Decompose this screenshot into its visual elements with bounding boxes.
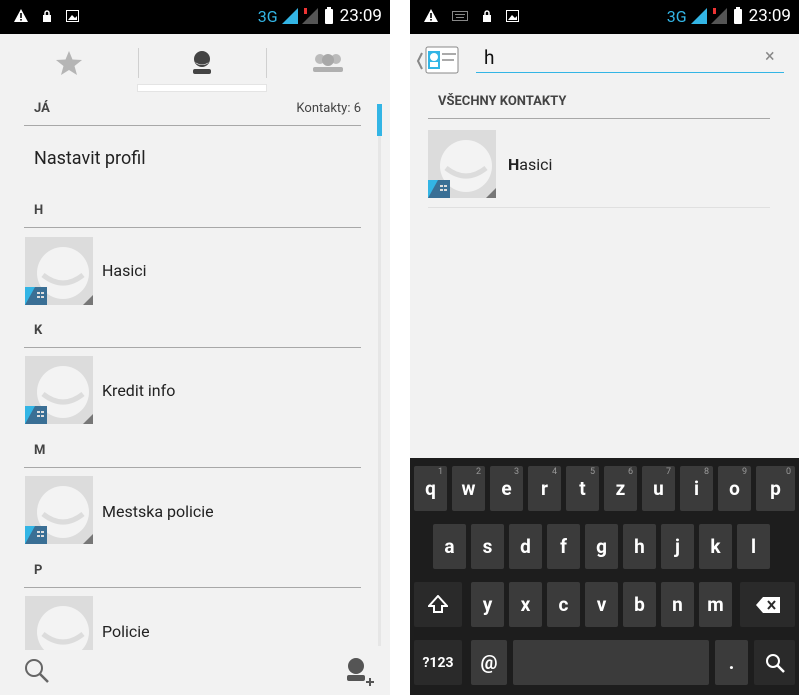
contact-name: Hasici bbox=[102, 261, 147, 280]
avatar bbox=[25, 356, 93, 424]
key-t[interactable]: t5 bbox=[566, 466, 599, 511]
key-s[interactable]: s bbox=[471, 524, 504, 569]
battery-icon bbox=[733, 6, 742, 24]
section-header-h: H bbox=[24, 197, 361, 228]
tab-groups[interactable] bbox=[266, 34, 390, 92]
network-type: 3G bbox=[257, 6, 278, 26]
contact-search-screen: 3G 23:09 h × VŠECHNY KONTAKTY Hasici q1 … bbox=[410, 0, 799, 695]
person-icon bbox=[193, 51, 211, 74]
section-header-m: M bbox=[24, 437, 361, 468]
key-m[interactable]: m bbox=[699, 582, 732, 627]
scroll-thumb[interactable] bbox=[377, 104, 382, 136]
section-header-p: P bbox=[24, 557, 361, 588]
bottom-action-bar bbox=[0, 650, 390, 695]
key-o[interactable]: o9 bbox=[718, 466, 751, 511]
shift-icon bbox=[428, 594, 448, 613]
key-u[interactable]: u7 bbox=[642, 466, 675, 511]
avatar bbox=[428, 130, 496, 198]
signal-2-icon bbox=[710, 8, 727, 24]
section-header-k: K bbox=[24, 317, 361, 348]
contacts-screen: 3G 23:09 JÁ Kontakty: 6 Nastavit profil … bbox=[0, 0, 390, 695]
search-bar: h × bbox=[410, 34, 799, 90]
clock: 23:09 bbox=[339, 6, 382, 26]
clock: 23:09 bbox=[748, 6, 791, 26]
signal-icon bbox=[281, 8, 298, 24]
shift-key[interactable] bbox=[414, 582, 462, 627]
battery-icon bbox=[324, 6, 333, 24]
search-key[interactable] bbox=[754, 640, 795, 685]
default-avatar-icon bbox=[25, 356, 93, 424]
key-x[interactable]: x bbox=[509, 582, 542, 627]
scroll-track bbox=[378, 136, 381, 646]
tab-favorites[interactable] bbox=[0, 34, 138, 92]
row-divider bbox=[428, 207, 770, 208]
key-h[interactable]: h bbox=[623, 524, 656, 569]
key-n[interactable]: n bbox=[661, 582, 694, 627]
tab-contacts[interactable] bbox=[138, 34, 266, 92]
key-y[interactable]: y bbox=[471, 582, 504, 627]
key-a[interactable]: a bbox=[433, 524, 466, 569]
search-icon[interactable] bbox=[24, 658, 50, 684]
signal-2-icon bbox=[301, 8, 318, 24]
section-header-me: JÁ Kontakty: 6 bbox=[24, 95, 361, 126]
key-l[interactable]: l bbox=[737, 524, 770, 569]
contacts-count: Kontakty: 6 bbox=[296, 101, 361, 116]
search-icon bbox=[765, 653, 785, 673]
key-k[interactable]: k bbox=[699, 524, 732, 569]
key-f[interactable]: f bbox=[547, 524, 580, 569]
network-type: 3G bbox=[666, 6, 687, 26]
group-icon bbox=[313, 54, 343, 72]
keyboard-icon bbox=[452, 10, 468, 21]
clear-search-button[interactable]: × bbox=[765, 46, 775, 67]
add-contact-icon[interactable] bbox=[344, 656, 376, 688]
key-p[interactable]: p0 bbox=[756, 466, 795, 511]
match-rest: asici bbox=[519, 155, 553, 174]
image-icon bbox=[66, 9, 79, 22]
contact-name: Mestska policie bbox=[102, 502, 214, 521]
default-avatar-icon bbox=[25, 237, 93, 305]
back-contacts-app-icon[interactable] bbox=[416, 43, 462, 79]
default-avatar-icon bbox=[25, 476, 93, 544]
symbols-key[interactable]: ?123 bbox=[414, 640, 462, 685]
backspace-key[interactable] bbox=[740, 582, 795, 627]
contact-name: Hasici bbox=[508, 155, 552, 174]
search-input[interactable]: h bbox=[476, 44, 784, 73]
warning-icon bbox=[14, 9, 28, 22]
avatar bbox=[25, 476, 93, 544]
signal-icon bbox=[690, 8, 707, 24]
key-g[interactable]: g bbox=[585, 524, 618, 569]
backspace-icon bbox=[755, 596, 780, 613]
space-key[interactable] bbox=[513, 640, 709, 685]
warning-icon bbox=[424, 9, 438, 22]
section-header-all-contacts: VŠECHNY KONTAKTY bbox=[428, 90, 770, 119]
key-v[interactable]: v bbox=[585, 582, 618, 627]
contact-name: Policie bbox=[102, 622, 150, 641]
key-i[interactable]: i8 bbox=[680, 466, 713, 511]
soft-keyboard: q1 w2 e3 r4 t5 z6 u7 i8 o9 p0 a s d f g … bbox=[410, 458, 799, 695]
avatar bbox=[25, 237, 93, 305]
key-e[interactable]: e3 bbox=[490, 466, 523, 511]
key-b[interactable]: b bbox=[623, 582, 656, 627]
star-icon bbox=[56, 51, 82, 75]
contact-name: Kredit info bbox=[102, 381, 176, 400]
key-at[interactable]: @ bbox=[471, 640, 507, 685]
match-highlight: H bbox=[508, 155, 520, 174]
key-w[interactable]: w2 bbox=[452, 466, 485, 511]
status-bar: 3G 23:09 bbox=[0, 0, 390, 34]
set-profile-item[interactable]: Nastavit profil bbox=[34, 148, 146, 169]
image-icon bbox=[506, 9, 519, 22]
key-q[interactable]: q1 bbox=[414, 466, 447, 511]
default-avatar-icon bbox=[428, 130, 496, 198]
key-r[interactable]: r4 bbox=[528, 466, 561, 511]
lock-icon bbox=[483, 9, 491, 22]
key-j[interactable]: j bbox=[661, 524, 694, 569]
tab-selected-indicator bbox=[138, 85, 266, 91]
tab-bar bbox=[0, 34, 390, 92]
key-z[interactable]: z6 bbox=[604, 466, 637, 511]
key-c[interactable]: c bbox=[547, 582, 580, 627]
lock-icon bbox=[43, 9, 51, 22]
status-bar: 3G 23:09 bbox=[410, 0, 799, 34]
key-d[interactable]: d bbox=[509, 524, 542, 569]
key-period[interactable]: . bbox=[715, 640, 748, 685]
